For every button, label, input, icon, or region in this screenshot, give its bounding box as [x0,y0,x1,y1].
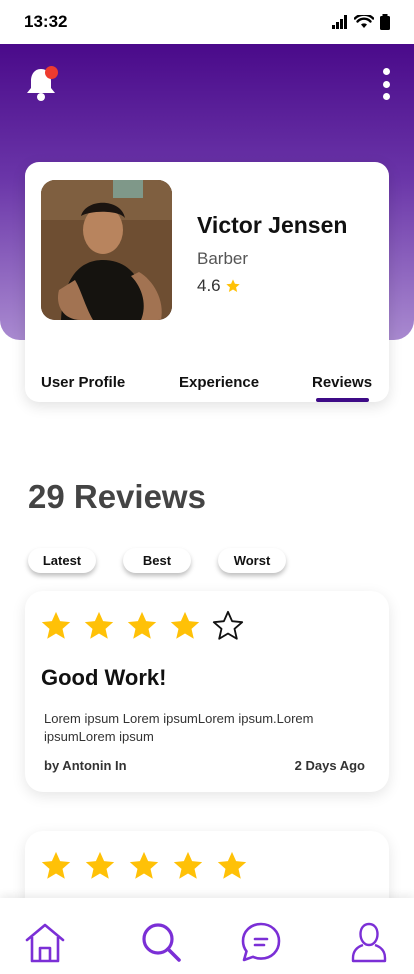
review-card: Good Work! Lorem ipsum Lorem ipsumLorem … [25,591,389,792]
star-filled-icon [85,851,115,879]
more-options-button[interactable] [380,68,392,100]
profile-photo [41,180,172,320]
star-filled-icon [129,851,159,879]
kebab-dot-icon [382,93,390,100]
profile-card: Victor Jensen Barber 4.6 User Profile Ex… [25,162,389,402]
review-date: 2 Days Ago [294,758,365,773]
star-filled-icon [84,611,114,639]
bottom-navigation [0,898,414,974]
nav-profile-button[interactable] [347,920,391,964]
profile-rating: 4.6 [197,276,241,296]
review-stars [39,609,245,643]
profile-role: Barber [197,249,249,268]
review-title: Good Work! [41,665,167,690]
status-time: 13:32 [24,12,68,31]
star-filled-icon [217,851,247,879]
star-filled-icon [41,851,71,879]
battery-icon [380,14,390,30]
star-icon [225,279,240,292]
notification-button[interactable] [24,66,60,102]
review-body: Lorem ipsum Lorem ipsumLorem ipsum.Lorem… [44,711,314,744]
review-author: by Antonin In [44,758,127,773]
tab-experience[interactable]: Experience [179,374,259,391]
filter-best-button[interactable]: Best [123,548,191,573]
star-filled-icon [170,611,200,639]
profile-name: Victor Jensen [197,212,348,238]
kebab-dot-icon [382,68,390,75]
notification-badge [45,66,58,79]
review-stars [39,849,249,883]
signal-icon [332,15,347,29]
tab-user-profile[interactable]: User Profile [41,374,125,391]
star-filled-icon [173,851,203,879]
filter-latest-button[interactable]: Latest [28,548,96,573]
wifi-icon [354,15,374,28]
status-icons [332,14,390,30]
filter-worst-button[interactable]: Worst [218,548,286,573]
nav-search-button[interactable] [139,920,183,964]
star-outline-icon [212,610,244,640]
star-filled-icon [41,611,71,639]
reviews-count-heading: 29 Reviews [28,478,206,515]
chat-icon [241,922,281,962]
rating-value: 4.6 [197,276,221,295]
home-icon [25,923,65,963]
kebab-dot-icon [382,80,390,88]
nav-messages-button[interactable] [239,920,283,964]
nav-home-button[interactable] [23,920,67,964]
profile-icon [351,922,387,963]
active-tab-indicator [316,398,369,402]
tab-reviews[interactable]: Reviews [312,374,372,391]
star-filled-icon [127,611,157,639]
status-bar: 13:32 [0,0,414,44]
search-icon [142,923,181,962]
